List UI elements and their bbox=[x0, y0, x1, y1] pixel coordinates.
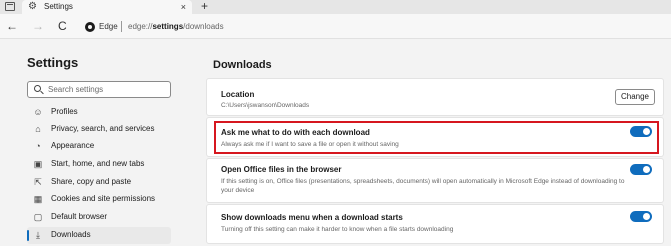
location-title: Location bbox=[221, 90, 255, 99]
sidebar-item-cookies[interactable]: ▦ Cookies and site permissions bbox=[27, 191, 171, 208]
downloads-menu-toggle[interactable] bbox=[630, 211, 652, 222]
url-suffix: /downloads bbox=[183, 22, 224, 31]
navigation-bar: ← → C Edge edge://settings/downloads bbox=[0, 14, 671, 39]
sidebar-item-label: Default browser bbox=[51, 212, 108, 221]
sidebar-item-profiles[interactable]: ☺ Profiles bbox=[27, 104, 171, 121]
refresh-button[interactable]: C bbox=[58, 19, 67, 33]
sidebar-item-share[interactable]: ⇱ Share, copy and paste bbox=[27, 174, 171, 191]
highlight-box bbox=[214, 121, 659, 154]
tab-actions-icon[interactable] bbox=[5, 2, 15, 11]
sidebar-item-label: Profiles bbox=[51, 107, 78, 116]
tab-title: Settings bbox=[44, 2, 73, 11]
new-tab-button[interactable]: + bbox=[201, 0, 208, 13]
close-icon[interactable]: × bbox=[181, 1, 186, 13]
download-icon: ⤓ bbox=[36, 230, 40, 240]
sidebar-item-label: Start, home, and new tabs bbox=[51, 159, 145, 168]
search-placeholder: Search settings bbox=[48, 85, 104, 94]
forward-button[interactable]: → bbox=[32, 19, 44, 33]
sidebar-item-label: Downloads bbox=[51, 230, 91, 239]
page-title: Downloads bbox=[213, 59, 272, 71]
sidebar-item-privacy[interactable]: ⌂ Privacy, search, and services bbox=[27, 121, 171, 138]
office-files-toggle[interactable] bbox=[630, 164, 652, 175]
edge-label: Edge bbox=[99, 22, 118, 31]
setting-description: Turning off this setting can make it har… bbox=[221, 226, 454, 233]
address-divider bbox=[121, 21, 122, 32]
edge-logo-icon bbox=[85, 22, 95, 32]
search-icon bbox=[34, 85, 41, 92]
sidebar-item-label: Cookies and site permissions bbox=[51, 194, 156, 203]
cookies-icon: ▦ bbox=[33, 194, 43, 204]
title-bar: ⚙ Settings × + bbox=[0, 0, 671, 14]
change-location-button[interactable]: Change bbox=[615, 89, 655, 105]
location-card: Location C:\Users\jswanson\Downloads Cha… bbox=[206, 78, 664, 116]
profile-icon: ☺ bbox=[33, 107, 43, 117]
sidebar-title: Settings bbox=[27, 55, 79, 70]
url-bold: settings bbox=[152, 22, 184, 31]
appearance-icon: ◔ bbox=[35, 141, 41, 151]
sidebar-item-label: Appearance bbox=[51, 141, 95, 150]
url-prefix: edge:// bbox=[128, 22, 153, 31]
search-input[interactable]: Search settings bbox=[27, 81, 171, 98]
back-button[interactable]: ← bbox=[6, 19, 18, 33]
downloads-menu-card: Show downloads menu when a download star… bbox=[206, 204, 664, 244]
sidebar-item-appearance[interactable]: ◔ Appearance bbox=[27, 138, 171, 155]
gear-icon: ⚙ bbox=[28, 1, 37, 12]
home-tabs-icon: ▣ bbox=[33, 159, 43, 169]
setting-title: Open Office files in the browser bbox=[221, 165, 342, 174]
location-path: C:\Users\jswanson\Downloads bbox=[221, 102, 310, 109]
office-files-card: Open Office files in the browser If this… bbox=[206, 158, 664, 203]
browser-icon: ▢ bbox=[33, 212, 43, 222]
share-icon: ⇱ bbox=[34, 177, 42, 187]
sidebar-item-start-home[interactable]: ▣ Start, home, and new tabs bbox=[27, 156, 171, 173]
sidebar-item-default-browser[interactable]: ▢ Default browser bbox=[27, 209, 171, 226]
sidebar-item-downloads[interactable]: ⤓ Downloads bbox=[27, 227, 171, 244]
sidebar-item-label: Privacy, search, and services bbox=[51, 124, 155, 133]
tab-settings[interactable]: ⚙ Settings × bbox=[22, 0, 192, 14]
setting-description: If this setting is on, Office files (pre… bbox=[221, 178, 625, 194]
sidebar-item-label: Share, copy and paste bbox=[51, 177, 132, 186]
address-bar[interactable]: edge://settings/downloads bbox=[128, 22, 224, 32]
lock-icon: ⌂ bbox=[35, 124, 41, 134]
setting-title: Show downloads menu when a download star… bbox=[221, 213, 403, 222]
